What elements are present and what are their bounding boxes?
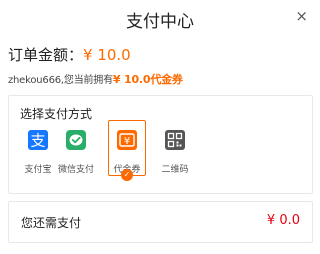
wechat-pay-icon xyxy=(66,130,86,150)
order-amount-value: ¥ 10.0 xyxy=(83,46,131,64)
payment-method-qrcode[interactable]: 二维码 xyxy=(156,120,194,176)
close-icon[interactable]: × xyxy=(295,7,308,25)
dialog-title: 支付中心 xyxy=(126,12,194,32)
coupon-info: zhekou666,您当前拥有¥ 10.0代金券 xyxy=(8,71,183,87)
payment-dialog: 支付中心 × 订单金额：¥ 10.0 zhekou666,您当前拥有¥ 10.0… xyxy=(0,0,320,254)
payment-method-card: 选择支付方式 支 支付宝 微信支付 ¥ ✓ 二维码 xyxy=(8,95,313,194)
alipay-icon: 支 xyxy=(28,130,48,150)
payment-method-voucher[interactable]: ¥ 代金券 ✓ xyxy=(108,120,146,181)
coupon-info-value: ¥ 10.0代金券 xyxy=(112,73,183,86)
svg-text:支: 支 xyxy=(30,132,45,150)
coupon-info-prefix: zhekou666,您当前拥有 xyxy=(8,75,113,86)
order-amount: 订单金额：¥ 10.0 xyxy=(8,44,131,65)
selected-check-icon: ✓ xyxy=(121,169,133,181)
remaining-payment-label: 您还需支付 xyxy=(21,216,82,230)
payment-method-name: 微信支付 xyxy=(57,165,94,175)
voucher-icon: ¥ xyxy=(117,130,137,150)
svg-text:¥: ¥ xyxy=(124,136,130,147)
remaining-payment-value: ¥ 0.0 xyxy=(266,213,300,228)
order-amount-label: 订单金额： xyxy=(8,46,84,64)
qrcode-icon xyxy=(165,130,185,150)
payment-method-wechat[interactable]: 微信支付 xyxy=(57,120,95,176)
dialog-header: 支付中心 × xyxy=(0,0,320,34)
remaining-payment: 您还需支付 ¥ 0.0 xyxy=(8,201,313,243)
payment-method-name: 二维码 xyxy=(161,165,189,175)
